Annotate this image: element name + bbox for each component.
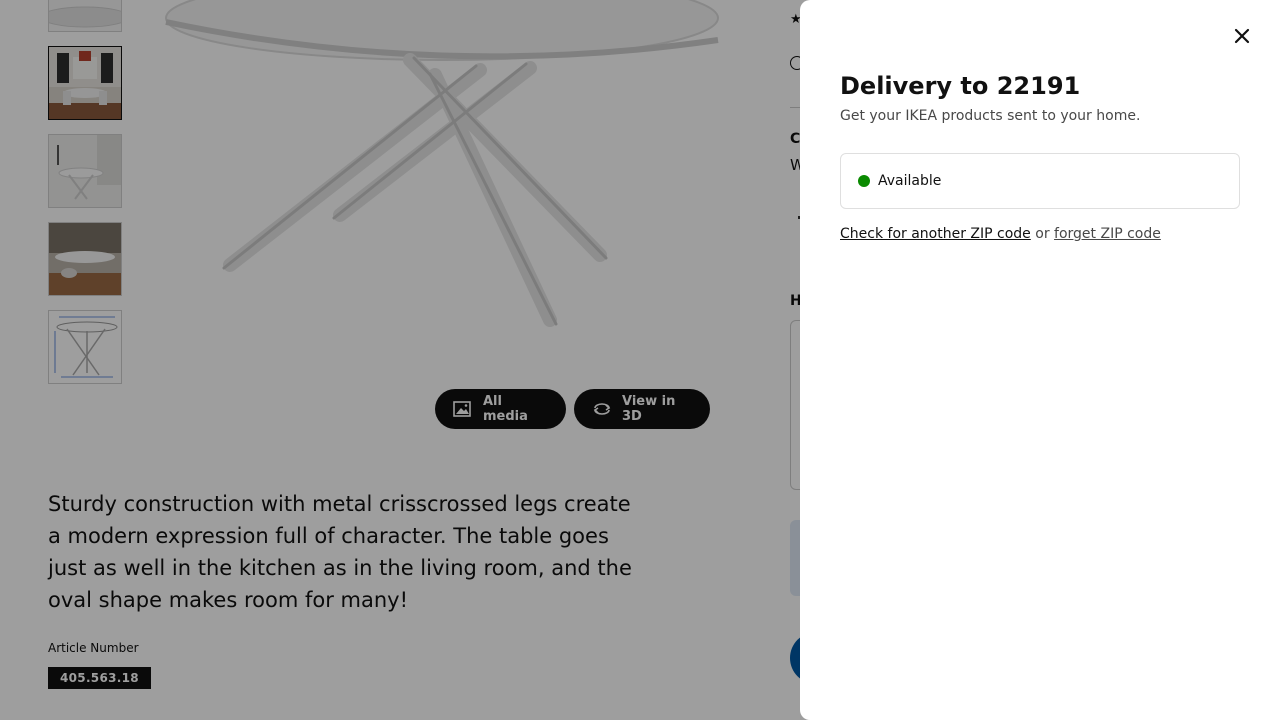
or-text: or [1030, 226, 1055, 242]
forget-zip-link[interactable]: forget ZIP code [1054, 226, 1161, 242]
availability-status-box: Available [840, 153, 1240, 209]
sheet-title: Delivery to 22191 [840, 72, 1081, 100]
status-dot-icon [858, 175, 870, 187]
check-another-zip-link[interactable]: Check for another ZIP code [840, 226, 1031, 242]
sheet-subtitle: Get your IKEA products sent to your home… [840, 108, 1141, 124]
availability-status-text: Available [878, 173, 942, 189]
product-page: All media View in 3D Sturdy construction… [0, 0, 1280, 720]
delivery-sheet: Delivery to 22191 Get your IKEA products… [800, 0, 1280, 720]
close-button[interactable] [1226, 20, 1258, 52]
close-icon [1234, 28, 1250, 44]
zip-links: Check for another ZIP code or forget ZIP… [840, 226, 1161, 242]
